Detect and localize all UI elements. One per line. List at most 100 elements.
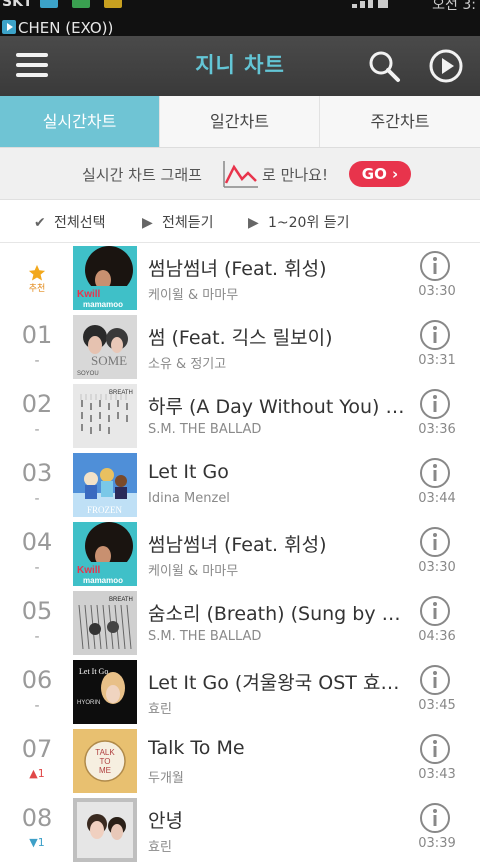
song-title: Let It Go (겨울왕국 OST 효린 버전... xyxy=(148,672,408,694)
song-row[interactable]: 05 - BREATH 숨소리 (Breath) (Sung by 종현 & 태… xyxy=(0,589,480,658)
info-icon[interactable] xyxy=(419,388,451,420)
chart-tabs: 실시간차트 일간차트 주간차트 xyxy=(0,96,480,148)
play-icon: ▶ xyxy=(142,215,153,231)
rank-change: - xyxy=(34,629,40,645)
rank-number: 01 xyxy=(21,321,53,349)
svg-text:SOME: SOME xyxy=(91,353,127,368)
song-artist: 케이윌 & 마마무 xyxy=(148,564,239,579)
play-all-button[interactable]: ▶ 전체듣기 xyxy=(142,212,214,232)
song-duration: 03:44 xyxy=(418,491,456,506)
rank-change: ▲1 xyxy=(29,767,45,780)
play-all-label: 전체듣기 xyxy=(162,215,214,231)
select-all-button[interactable]: ✔ 전체선택 xyxy=(34,212,106,232)
song-title: 안녕 xyxy=(148,810,183,832)
rank-number: 08 xyxy=(21,804,53,832)
song-row[interactable]: 01 - SOME SOYOU 썸 (Feat. 긱스 릴보이) 소유 & 정기… xyxy=(0,313,480,382)
info-icon[interactable] xyxy=(419,250,451,282)
rank-change: - xyxy=(34,698,40,714)
tab-daily-chart[interactable]: 일간차트 xyxy=(159,96,319,147)
song-duration: 03:30 xyxy=(418,284,456,299)
rank-number: 05 xyxy=(21,597,53,625)
song-artist: 효린 xyxy=(148,702,172,717)
album-art[interactable]: BREATH xyxy=(73,384,137,448)
play-icon: ▶ xyxy=(248,215,259,231)
notification-icon xyxy=(72,0,90,8)
album-art[interactable]: TALK TO ME xyxy=(73,729,137,793)
star-icon xyxy=(28,264,46,281)
notification-icon xyxy=(104,0,122,8)
graph-icon xyxy=(223,161,258,188)
song-duration: 03:45 xyxy=(418,698,456,713)
song-title: 썸 (Feat. 긱스 릴보이) xyxy=(148,327,333,349)
album-art[interactable]: Kwill mamamoo xyxy=(73,522,137,586)
song-duration: 03:39 xyxy=(418,836,456,851)
svg-text:Kwill: Kwill xyxy=(77,565,101,576)
info-icon[interactable] xyxy=(419,802,451,834)
now-playing-text: CHEN (EXO)) xyxy=(18,19,114,36)
play-circle-icon[interactable] xyxy=(428,48,464,84)
song-title: Talk To Me xyxy=(148,737,245,759)
album-art[interactable]: SOME SOYOU xyxy=(73,315,137,379)
info-icon[interactable] xyxy=(419,457,451,489)
song-duration: 03:36 xyxy=(418,422,456,437)
svg-text:SOYOU: SOYOU xyxy=(77,371,99,377)
song-artist: 소유 & 정기고 xyxy=(148,357,227,372)
tab-weekly-chart[interactable]: 주간차트 xyxy=(319,96,480,147)
chart-graph-banner[interactable]: 실시간 차트 그래프 로 만나요! GO › xyxy=(0,148,480,200)
checkmark-icon: ✔ xyxy=(34,215,46,231)
song-artist: 두개월 xyxy=(148,771,184,786)
carrier-label: SKT xyxy=(2,0,33,10)
song-row[interactable]: 08 ▼1 안녕 효린 03:39 xyxy=(0,796,480,865)
song-title: 썸남썸녀 (Feat. 휘성) xyxy=(148,534,327,556)
play-top20-button[interactable]: ▶ 1~20위 듣기 xyxy=(248,212,350,232)
svg-text:ME: ME xyxy=(99,766,111,775)
svg-text:HYORIN: HYORIN xyxy=(77,700,100,706)
song-artist: S.M. THE BALLAD xyxy=(148,422,262,437)
song-row[interactable]: 06 - Let It Go HYORIN Let It Go (겨울왕국 OS… xyxy=(0,658,480,727)
svg-text:mamamoo: mamamoo xyxy=(83,300,123,309)
info-icon[interactable] xyxy=(419,733,451,765)
go-button[interactable]: GO › xyxy=(349,161,411,187)
banner-text: 실시간 차트 그래프 xyxy=(82,166,202,184)
music-notification-icon xyxy=(2,20,16,34)
notification-icon xyxy=(40,0,58,8)
album-art[interactable]: FROZEN xyxy=(73,453,137,517)
rank-change: ▼1 xyxy=(29,836,45,849)
song-title: Let It Go xyxy=(148,461,229,483)
song-row[interactable]: Kwill mamamoo 썸남썸녀 (Feat. 휘성) 케이윌 & 마마무 … xyxy=(0,244,480,313)
song-artist: Idina Menzel xyxy=(148,491,230,506)
info-icon[interactable] xyxy=(419,664,451,696)
album-art[interactable]: BREATH xyxy=(73,591,137,655)
info-icon[interactable] xyxy=(419,319,451,351)
song-row[interactable]: 03 - FROZEN Let It Go Idina Menzel 03:44 xyxy=(0,451,480,520)
select-all-label: 전체선택 xyxy=(54,215,106,231)
song-duration: 03:31 xyxy=(418,353,456,368)
svg-text:Kwill: Kwill xyxy=(77,289,101,300)
tab-realtime-chart[interactable]: 실시간차트 xyxy=(0,96,159,147)
rank-number: 02 xyxy=(21,390,53,418)
svg-text:TALK: TALK xyxy=(95,748,115,757)
rank-change: - xyxy=(34,353,40,369)
svg-text:FROZEN: FROZEN xyxy=(87,505,123,515)
album-art[interactable]: Kwill mamamoo xyxy=(73,246,137,310)
album-art[interactable] xyxy=(73,798,137,862)
song-duration: 03:43 xyxy=(418,767,456,782)
search-icon[interactable] xyxy=(366,48,402,84)
rank-change: - xyxy=(34,560,40,576)
info-icon[interactable] xyxy=(419,595,451,627)
song-row[interactable]: 07 ▲1 TALK TO ME Talk To Me 두개월 03:43 xyxy=(0,727,480,796)
song-row[interactable]: 02 - BREATH 하루 (A Day Without You) (Sung… xyxy=(0,382,480,451)
song-duration: 03:30 xyxy=(418,560,456,575)
rank-change: - xyxy=(34,422,40,438)
info-icon[interactable] xyxy=(419,526,451,558)
song-row[interactable]: 04 - Kwill mamamoo 썸남썸녀 (Feat. 휘성) 케이윌 &… xyxy=(0,520,480,589)
rank-number: 03 xyxy=(21,459,53,487)
banner-text-suffix: 로 만나요! xyxy=(262,166,328,184)
album-art[interactable]: Let It Go HYORIN xyxy=(73,660,137,724)
song-artist: 효린 xyxy=(148,840,172,855)
rank-number: 04 xyxy=(21,528,53,556)
app-bar: 지니 차트 xyxy=(0,36,480,96)
rank-number: 07 xyxy=(21,735,53,763)
song-title: 숨소리 (Breath) (Sung by 종현 & 태연... xyxy=(148,603,408,625)
recommend-badge: 추천 xyxy=(28,284,46,294)
